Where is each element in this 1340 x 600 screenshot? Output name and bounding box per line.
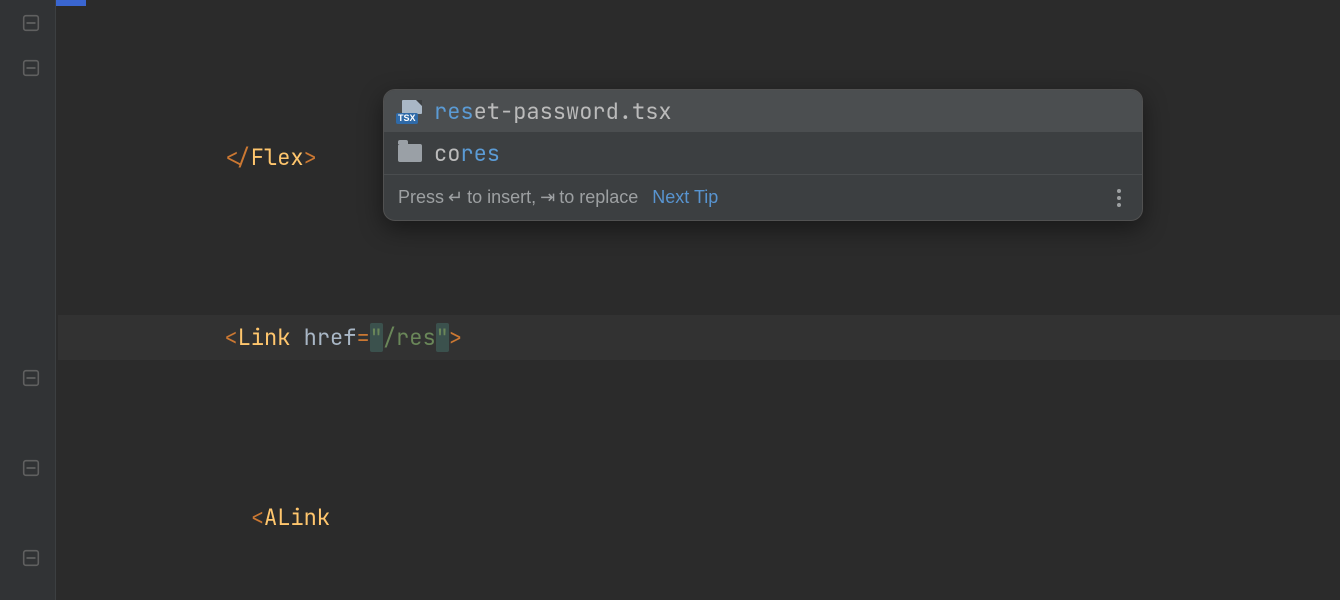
completion-item-label: cores: [434, 139, 500, 168]
tsx-file-icon: TSX: [398, 101, 422, 121]
completion-hint: Press ↵ to insert, ⇥ to replace Next Tip: [398, 187, 718, 208]
next-tip-link[interactable]: Next Tip: [652, 187, 718, 208]
completion-item[interactable]: cores: [384, 132, 1142, 174]
fold-icon[interactable]: [22, 549, 40, 567]
fold-icon[interactable]: [22, 369, 40, 387]
code-line[interactable]: <ALink: [58, 495, 1340, 540]
fold-icon[interactable]: [22, 59, 40, 77]
completion-item-label: reset-password.tsx: [434, 97, 672, 126]
completion-footer: Press ↵ to insert, ⇥ to replace Next Tip: [384, 174, 1142, 220]
fold-icon[interactable]: [22, 14, 40, 32]
folder-icon: [398, 143, 422, 163]
completion-popup: TSX reset-password.tsx cores Press ↵ to …: [383, 89, 1143, 221]
fold-icon[interactable]: [22, 459, 40, 477]
completion-item[interactable]: TSX reset-password.tsx: [384, 90, 1142, 132]
more-options-icon[interactable]: [1110, 189, 1128, 207]
code-line-current[interactable]: <Link href="/res">: [58, 315, 1340, 360]
tab-key-icon: ⇥: [540, 187, 555, 208]
enter-key-icon: ↵: [448, 187, 463, 208]
editor-gutter: [0, 0, 56, 600]
